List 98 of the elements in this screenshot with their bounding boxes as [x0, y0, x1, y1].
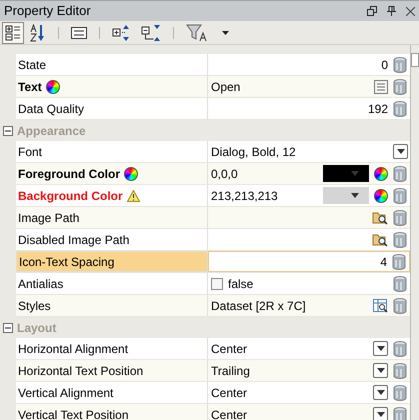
property-name-cell[interactable]: Text	[16, 76, 208, 97]
dropdown-button[interactable]	[373, 341, 388, 356]
property-name: Text	[18, 78, 42, 96]
property-name-cell[interactable]: Vertical Text Position	[16, 404, 208, 420]
caret-icon	[376, 412, 384, 417]
toolbar-button[interactable]	[2, 22, 24, 44]
property-value: 213,213,213	[211, 188, 279, 204]
folder-search-icon[interactable]	[372, 232, 388, 247]
database-icon[interactable]	[393, 340, 407, 356]
property-name-cell[interactable]: Icon-Text Spacing	[16, 251, 208, 272]
property-value: 192	[366, 100, 388, 118]
database-icon[interactable]	[393, 188, 407, 204]
property-name-cell[interactable]: Data Quality	[16, 98, 208, 119]
database-icon[interactable]	[392, 254, 406, 270]
database-icon[interactable]	[393, 276, 407, 292]
property-name: Styles	[18, 298, 51, 314]
restore-icon[interactable]	[367, 6, 377, 16]
database-icon[interactable]	[393, 210, 407, 226]
property-value: false	[228, 276, 254, 292]
color-swatch-dropdown[interactable]	[323, 187, 369, 204]
property-name: Horizontal Alignment	[18, 340, 128, 358]
pin-icon[interactable]	[387, 6, 396, 16]
property-name: Background Color	[18, 188, 123, 204]
section-header: Layout	[17, 320, 56, 336]
database-icon[interactable]	[393, 232, 407, 248]
database-icon[interactable]	[393, 100, 407, 116]
database-icon[interactable]	[393, 384, 407, 400]
property-name: Image Path	[18, 210, 80, 226]
dropdown-button[interactable]	[373, 385, 388, 400]
caret-icon	[376, 346, 384, 351]
property-name-cell[interactable]: Disabled Image Path	[16, 229, 208, 250]
categorized-icon	[5, 24, 21, 40]
property-name-cell[interactable]: Foreground Color	[16, 163, 208, 184]
property-name: Horizontal Text Position	[18, 362, 144, 380]
dropdown-caret-icon[interactable]	[222, 30, 229, 34]
database-icon[interactable]	[393, 362, 407, 378]
database-icon[interactable]	[393, 166, 407, 182]
minus-icon	[5, 128, 11, 134]
property-name-cell[interactable]: Background Color	[16, 185, 208, 206]
property-value: Center	[211, 340, 248, 358]
folder-search-icon[interactable]	[372, 210, 388, 225]
filter-icon	[186, 24, 208, 42]
property-value: Dataset [2R x 7C]	[211, 298, 307, 314]
caret-icon	[351, 171, 359, 176]
property-value: Center	[211, 406, 248, 420]
property-name: Antialias	[18, 276, 64, 292]
database-icon[interactable]	[393, 298, 407, 314]
property-value: 0	[380, 56, 388, 74]
collapse-all-icon	[141, 24, 161, 40]
warning-icon	[126, 190, 140, 202]
property-name-cell[interactable]: Image Path	[16, 207, 208, 228]
property-name: Data Quality	[18, 100, 84, 118]
property-value: Open	[211, 78, 242, 96]
dropdown-button[interactable]	[373, 407, 388, 420]
property-name: Disabled Image Path	[18, 232, 130, 248]
property-name-cell[interactable]: Styles	[16, 295, 208, 316]
text-editor-icon[interactable]	[374, 80, 388, 94]
property-name-cell[interactable]: Font	[16, 141, 208, 162]
property-value: 4	[379, 254, 387, 270]
database-icon[interactable]	[393, 406, 407, 420]
caret-icon	[351, 193, 359, 198]
section-header: Appearance	[17, 122, 86, 140]
collapse-toggle[interactable]	[3, 322, 13, 332]
property-name: Vertical Alignment	[18, 384, 114, 402]
caret-icon	[376, 390, 384, 395]
dropdown-button[interactable]	[373, 363, 388, 378]
property-name: Foreground Color	[18, 166, 120, 182]
table-view-icon[interactable]	[373, 298, 388, 312]
font-dropdown-button[interactable]	[393, 144, 408, 159]
collapse-toggle[interactable]	[3, 126, 13, 136]
property-value: Center	[211, 384, 248, 402]
property-name-cell[interactable]: State	[16, 54, 208, 75]
expand-all-icon	[112, 24, 132, 40]
checkbox[interactable]	[211, 278, 223, 290]
property-name-cell[interactable]: Antialias	[16, 273, 208, 294]
property-value: Trailing	[211, 362, 251, 380]
window-title: Property Editor	[4, 2, 92, 20]
color-swatch-dropdown[interactable]	[323, 165, 369, 182]
property-value: Dialog, Bold, 12	[211, 144, 297, 160]
minus-icon	[5, 324, 11, 330]
close-icon[interactable]	[406, 6, 415, 16]
caret-icon	[396, 149, 404, 154]
caret-icon	[376, 368, 384, 373]
list-icon	[71, 26, 87, 38]
color-picker-icon	[374, 188, 388, 202]
property-name: Vertical Text Position	[18, 406, 129, 420]
property-name: Icon-Text Spacing	[19, 254, 114, 270]
sort-alphabetical-icon	[30, 24, 46, 42]
property-name: Font	[18, 144, 42, 160]
database-icon[interactable]	[393, 78, 407, 94]
property-name: State	[18, 56, 46, 74]
property-value: 0,0,0	[211, 166, 239, 182]
property-name-cell[interactable]: Vertical Alignment	[16, 382, 208, 403]
database-icon[interactable]	[393, 56, 407, 72]
scrollbar[interactable]	[410, 45, 419, 420]
color-picker-icon	[374, 166, 388, 180]
property-name-cell[interactable]: Horizontal Alignment	[16, 338, 208, 359]
property-name-cell[interactable]: Horizontal Text Position	[16, 360, 208, 381]
